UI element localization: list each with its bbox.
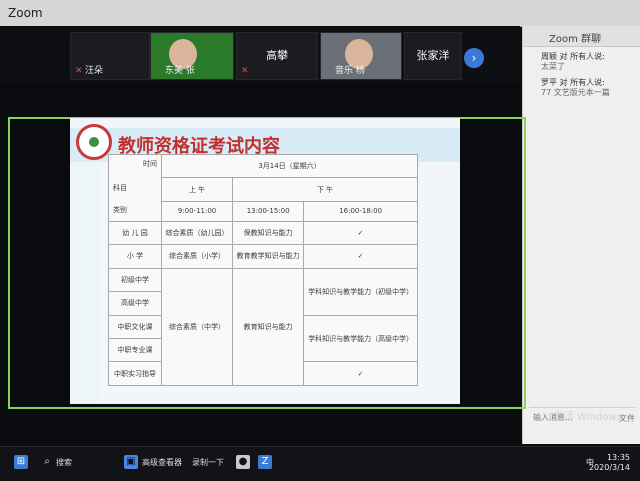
table-row-category: 幼 儿 园 [108,220,162,246]
mic-icon[interactable]: ● [236,455,250,469]
table-row-category: 小 学 [108,244,162,269]
table-corner: 时间 科目 类别 [108,154,162,222]
table-cell: 综合素质（幼儿园） [160,220,234,246]
system-tray: 中 13:35 2020/3/14 [514,453,634,475]
participant-tile-5[interactable]: 张家洋 [404,32,462,80]
windows-start-icon[interactable]: ⊞ [14,455,28,469]
exam-schedule-table: 时间 科目 类别 3月14日（星期六） 上 午 下 午 9:00-11:00 1… [108,153,418,387]
taskbar: ⊞ ⌕ 搜索 ▣ 高级查看器 录制一下 ● Z 中 13:35 2020/3/1… [0,446,640,481]
video-gallery: ✕ 汪朵 东美 张 高攀 ✕ 音乐 杨 张家洋 › [0,26,520,82]
table-row-category: 初级中学 [108,267,162,293]
participant-name: 东美 张 [165,66,195,76]
table-cell: 学科知识与教学能力（高级中学） [303,314,418,363]
participant-tile-3[interactable]: 高攀 ✕ [236,32,318,80]
window-title: Zoom [8,6,43,20]
window-title-bar: Zoom [0,0,640,27]
chat-message-text: 77 文艺版元本一篇 [541,88,610,97]
chat-message-from: 周颖 对 所有人说: [541,52,605,61]
participant-tile-2[interactable]: 东美 张 [150,32,234,80]
corner-label: 时间 [143,160,157,168]
participant-name: 高攀 [266,49,288,62]
chat-header: Zoom 群聊 [523,26,640,47]
table-slot: 16:00-18:00 [303,200,418,222]
table-cell: 保教知识与能力 [232,220,305,246]
table-row-category: 高级中学 [108,291,162,316]
table-cell: 教育教学知识与能力 [232,244,305,269]
participant-name: 张家洋 [416,49,450,62]
participant-name: 汪朵 [85,66,104,76]
muted-mic-icon: ✕ [75,66,83,76]
chat-message: 罗平 对 所有人说: 77 文艺版元本一篇 [541,78,610,98]
muted-mic-icon: ✕ [241,66,249,76]
windows-activation-watermark: 激活 Windows [554,412,622,423]
table-cell: ✓ [303,244,418,269]
clock-time: 13:35 [606,453,630,462]
search-icon[interactable]: ⌕ [40,455,54,469]
chat-message: 周颖 对 所有人说: 太菜了 [541,52,605,72]
table-cell: ✓ [303,220,418,246]
taskbar-app-label[interactable]: 录制一下 [192,457,224,468]
chat-header-label: Zoom 群聊 [549,34,602,45]
participant-tile-4[interactable]: 音乐 杨 [320,32,402,80]
chat-message-text: 太菜了 [541,62,565,71]
clock-date: 2020/3/14 [588,463,630,472]
table-cell: 教育知识与能力 [232,267,305,387]
taskbar-app-label[interactable]: 高级查看器 [142,457,182,468]
table-cell: 学科知识与教学能力（初级中学） [303,267,418,316]
chat-panel: Zoom 群聊 周颖 对 所有人说: 太菜了 罗平 对 所有人说: 77 文艺版… [522,26,640,444]
chat-message-from: 罗平 对 所有人说: [541,78,605,87]
zoom-app-icon[interactable]: Z [258,455,272,469]
table-cell: ✓ [303,361,418,386]
shared-slide: 教师资格证考试内容 时间 科目 类别 3月14日（星期六） 上 午 下 午 9:… [70,118,460,404]
table-row-category: 中职实习指导 [108,361,162,386]
table-afternoon: 下 午 [232,177,418,202]
participant-tile-1[interactable]: ✕ 汪朵 [70,32,150,80]
table-cell: 综合素质（中学） [160,267,234,387]
taskbar-search-label[interactable]: 搜索 [56,457,72,468]
school-logo-icon [76,124,112,160]
table-row-category: 中职专业课 [108,338,162,363]
app-icon[interactable]: ▣ [124,455,138,469]
clock[interactable]: 13:35 2020/3/14 [589,453,630,473]
corner-label: 科目 [113,184,127,192]
table-slot: 9:00-11:00 [160,200,234,222]
participant-name: 音乐 杨 [335,66,365,76]
table-row-category: 中职文化课 [108,314,162,340]
table-morning: 上 午 [160,177,234,202]
table-cell: 综合素质（小学） [160,244,234,269]
table-slot: 13:00-15:00 [232,200,305,222]
table-date: 3月14日（星期六） [161,153,418,179]
next-page-button[interactable]: › [464,48,484,68]
corner-label: 类别 [113,205,127,214]
